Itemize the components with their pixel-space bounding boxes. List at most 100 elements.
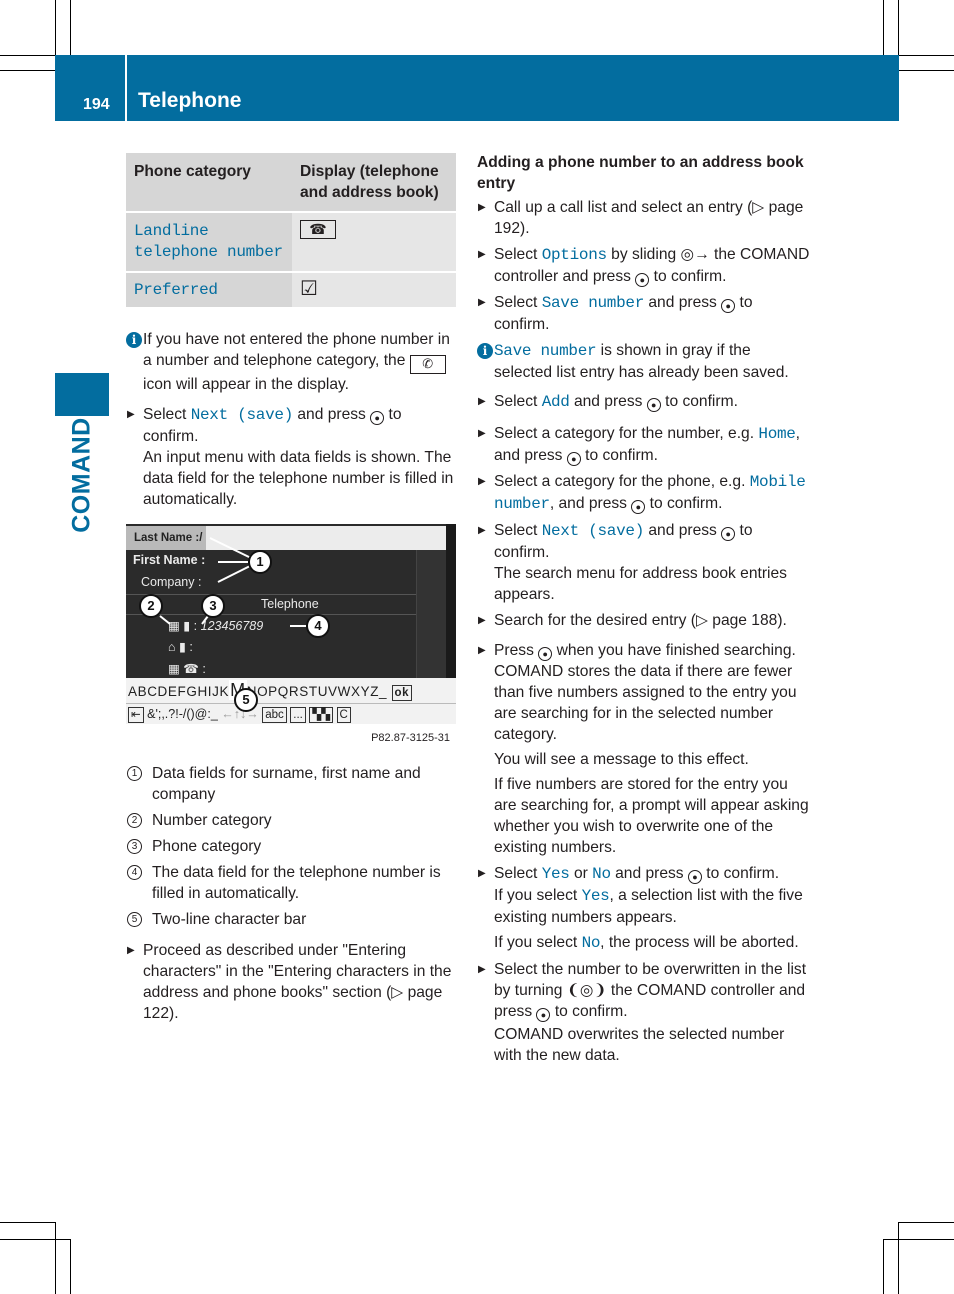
symbol-keys[interactable]: &';,.?!-/()@:_ [147,707,218,721]
clear-key[interactable]: C [336,707,351,723]
ui-label-add: Add [541,393,570,411]
ui-label-next-save: Next (save) [190,406,294,424]
legend-item: 4 The data field for the telephone number… [126,862,456,904]
callout-line [209,537,252,559]
back-key[interactable]: ⇤ [128,707,144,723]
keyboard-layout-key[interactable]: ▚▚ [309,707,334,723]
press-controller-icon: ● [646,398,661,412]
crop-mark [0,1222,55,1223]
step: Select a category for the number, e.g. H… [477,423,812,466]
table-header-category: Phone category [126,153,292,212]
crop-mark [55,0,56,55]
table-row: Landline telephone number ☎ [126,211,456,272]
step-result: COMAND stores the data if there are fewe… [494,663,797,743]
step: Select Save number and press ● to confir… [477,292,812,335]
legend-item: 1 Data fields for surname, first name and… [126,763,456,805]
crop-mark [883,1239,954,1240]
ok-key[interactable]: ok [391,685,413,701]
landline-phone-icon: ☎ [300,220,336,239]
step-text: and press [297,406,366,423]
legend-list: 1 Data fields for surname, first name and… [126,763,456,930]
crop-mark [899,70,954,71]
page-number: 194 [83,96,110,113]
callout-line [217,565,251,583]
character-bar-row-1: ABCDEFGHIJKMNOPQRSTUVWXYZ_ ok [126,678,456,703]
press-controller-icon: ● [631,500,646,514]
table-header-row: Phone category Display (telephone and ad… [126,153,456,212]
crop-mark [899,1222,954,1223]
step-result: If five numbers are stored for the entry… [494,776,809,856]
step-result: You will see a message to this effect. [494,751,749,768]
side-tab-label: COMAND [67,417,96,533]
step-press: Press ● when you have finished searching… [477,640,812,858]
char-keys[interactable]: NOPQRSTUVWXYZ_ [247,684,387,699]
callout-1: 1 [248,550,272,574]
ui-label-no: No [592,865,611,883]
char-keys[interactable]: ABCDEFGHIJK [128,684,229,699]
info-text-after: icon will appear in the display. [143,376,350,393]
step-result: If you select No, the process will be ab… [494,934,799,952]
press-controller-icon: ● [635,273,650,287]
press-controller-icon: ● [538,647,553,661]
ui-label-yes: Yes [541,865,570,883]
crop-mark [883,1239,884,1294]
callout-line [159,615,171,625]
crop-mark [70,1239,71,1294]
info-text-before: If you have not entered the phone number… [143,331,450,369]
crop-mark [0,70,55,71]
crop-mark [883,0,884,55]
step-proceed: Proceed as described under "Entering cha… [126,940,456,1024]
step-result: If you select Yes, a selection list with… [494,887,803,926]
category-name: Preferred [134,281,218,299]
step-next-save: Select Next (save) and press ● to confir… [126,404,456,510]
callout-5: 5 [234,688,258,712]
step: Select Next (save) and press ● to confir… [477,520,812,605]
crop-mark [70,0,71,55]
more-key[interactable]: ... [290,707,306,723]
ui-label-no: No [581,934,601,952]
info-icon: i [126,332,142,348]
ui-label-save-number: Save number [494,342,597,360]
ui-label-options: Options [541,246,607,264]
press-controller-icon: ● [566,452,581,466]
step-text: Select [143,406,187,423]
step-result: An input menu with data fields is shown.… [143,449,454,508]
table-cell-category: Landline telephone number [126,211,292,272]
press-controller-icon: ● [687,870,702,884]
table-row: Preferred ☑ [126,271,456,307]
info-note: i If you have not entered the phone numb… [126,329,456,395]
section-heading: Adding a phone number to an address book… [477,154,804,192]
side-tab-block [55,373,109,416]
callout-4: 4 [306,614,330,638]
category-name: Landline telephone number [134,222,283,261]
character-bar-row-2: ⇤ &';,.?!-/()@:_ ←↑↓→ abc ... ▚▚ C [126,703,456,724]
step: Select Options by sliding ◎→ the COMAND … [477,244,812,287]
crop-mark [55,1222,56,1294]
press-controller-icon: ● [721,299,736,313]
figure-caption: P82.87-3125-31 [371,732,450,744]
left-column: Phone category Display (telephone and ad… [126,153,456,1029]
crop-mark [898,1222,899,1294]
legend-item: 3 Phone category [126,836,456,857]
step: Search for the desired entry (▷ page 188… [477,610,812,631]
legend-item: 5 Two-line character bar [126,909,456,930]
crop-mark [898,0,899,55]
callout-line [201,615,209,625]
press-controller-icon: ● [721,527,736,541]
press-controller-icon: ● [370,411,385,425]
header-divider [125,55,127,121]
step-overwrite: Select the number to be overwritten in t… [477,959,812,1066]
handset-icon: ✆ [409,355,446,374]
turn-controller-icon: ❨◎❩ [566,982,607,999]
table-cell-display: ☎ [292,211,456,272]
ui-label-home: Home [758,425,796,443]
crop-mark [0,55,55,56]
press-controller-icon: ● [536,1008,551,1022]
crop-mark [0,1239,70,1240]
abc-key[interactable]: abc [262,707,287,723]
step-yes-no: Select Yes or No and press ● to confirm.… [477,863,812,954]
ui-label-save-number: Save number [541,294,645,312]
step: Select Add and press ● to confirm. [477,391,812,413]
step: Select a category for the phone, e.g. Mo… [477,471,812,515]
section-title: Telephone [138,89,242,112]
